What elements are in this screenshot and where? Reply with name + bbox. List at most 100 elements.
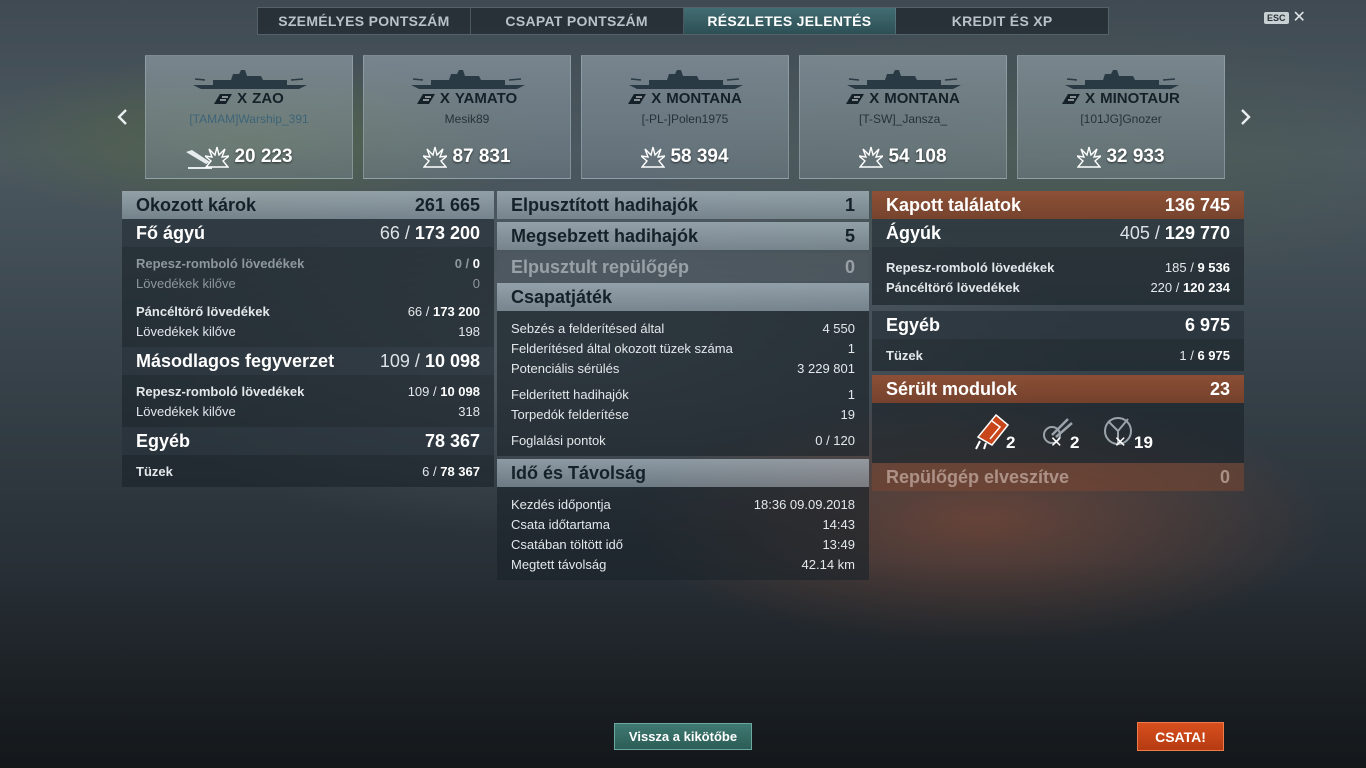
tab-personal-score[interactable]: SZEMÉLYES PONTSZÁM: [258, 8, 471, 34]
ship-silhouette-icon: [193, 70, 307, 89]
ship-card[interactable]: X ZAO [TAMAM]Warship_391 20 223: [145, 55, 353, 179]
destroyed-mark: ✕: [1050, 434, 1063, 451]
kills-panel: Elpusztított hadihajók 1 Megsebzett hadi…: [497, 191, 869, 580]
potential-damage-label: Potenciális sérülés: [511, 360, 620, 376]
score: 20 223: [146, 146, 352, 168]
score: 32 933: [1018, 146, 1224, 168]
ship-name: MINOTAUR: [1100, 90, 1180, 107]
capture-points-value: 0 / 120: [815, 432, 855, 448]
ship-title: X YAMATO: [364, 90, 570, 107]
received-guns-details: Repesz-romboló lövedékek 185 / 9 536 Pán…: [872, 247, 1244, 305]
capture-points-label: Foglalási pontok: [511, 432, 606, 448]
received-guns-label: Ágyúk: [886, 222, 942, 243]
teamplay-row: Sebzés a felderítésed által 4 550: [511, 318, 855, 338]
secondary-he-hits: 109: [407, 383, 430, 399]
planes-destroyed-header: Elpusztult repülőgép 0: [497, 253, 869, 281]
planes-destroyed-value: 0: [844, 256, 855, 277]
ship-card[interactable]: X MONTANA [T-SW]_Jansza_ 54 108: [799, 55, 1007, 179]
received-guns-header: Ágyúk 405 / 129 770: [872, 219, 1244, 247]
other-damage-details: Tüzek 6 / 78 367: [122, 455, 494, 487]
score: 54 108: [800, 146, 1006, 168]
time-row: Megtett távolság 42.14 km: [511, 554, 855, 574]
engine-damage-count: 2: [1006, 433, 1016, 452]
spotted-ships-value: 1: [847, 386, 855, 402]
secondary-he-label: Repesz-romboló lövedékek: [136, 383, 305, 399]
return-to-port-button[interactable]: Vissza a kikötőbe: [614, 723, 752, 750]
ship-tier: X: [237, 90, 248, 107]
received-other-header: Egyéb 6 975: [872, 311, 1244, 339]
damaged-modules-label: Sérült modulok: [886, 378, 1018, 399]
spotting-damage-label: Sebzés a felderítésed által: [511, 320, 665, 336]
main-ap-damage: 173 200: [433, 303, 480, 319]
main-ap-fired-value: 198: [458, 323, 480, 339]
planes-lost-value: 0: [1219, 466, 1230, 487]
received-fires-hits: 1: [1179, 347, 1187, 363]
damage-dealt-label: Okozott károk: [136, 194, 257, 215]
esc-close-button[interactable]: ESC ✕: [1264, 10, 1306, 26]
received-ap-hits: 220: [1150, 279, 1173, 295]
main-battery-label: Fő ágyú: [136, 222, 206, 243]
main-he-damage: 0: [472, 255, 480, 271]
damage-dealt-header: Okozott károk 261 665: [122, 191, 494, 219]
damage-received-panel: Kapott találatok 136 745 Ágyúk 405 / 129…: [872, 191, 1244, 491]
ship-silhouette-icon: [629, 70, 743, 89]
secondary-he-damage: 10 098: [440, 383, 480, 399]
other-damage-header: Egyéb 78 367: [122, 427, 494, 455]
main-ap-label: Páncéltörő lövedékek: [136, 303, 270, 319]
secondary-damage: 10 098: [424, 350, 480, 371]
ship-card[interactable]: X YAMATO Mesik89 87 831: [363, 55, 571, 179]
distance-label: Megtett távolság: [511, 556, 607, 572]
teamplay-row: Foglalási pontok 0 / 120: [511, 430, 855, 450]
teamplay-row: Felderített hadihajók 1: [511, 384, 855, 404]
damage-explosion-icon: [641, 146, 666, 168]
planes-destroyed-label: Elpusztult repülőgép: [511, 256, 689, 277]
main-ap-row: Páncéltörő lövedékek 66 / 173 200: [136, 303, 480, 319]
carousel-next-button[interactable]: [1238, 104, 1254, 130]
esc-key-label: ESC: [1264, 12, 1289, 24]
received-he-label: Repesz-romboló lövedékek: [886, 259, 1055, 275]
ship-score: 20 223: [234, 146, 293, 167]
ship-silhouette-icon: [1065, 70, 1179, 89]
battle-button[interactable]: CSATA!: [1137, 722, 1224, 751]
spotting-fires-label: Felderítésed által okozott tüzek száma: [511, 340, 733, 356]
tab-team-score[interactable]: CSAPAT PONTSZÁM: [471, 8, 684, 34]
ship-tier: X: [439, 90, 450, 107]
secondary-fired-label: Lövedékek kilőve: [136, 403, 236, 419]
damaged-ships-header: Megsebzett hadihajók 5: [497, 222, 869, 250]
main-he-hits: 0: [454, 255, 462, 271]
carousel-prev-button[interactable]: [114, 104, 130, 130]
tab-credits-xp[interactable]: KREDIT ÉS XP: [896, 8, 1108, 34]
ship-card[interactable]: X MINOTAUR [101JG]Gnozer 32 933: [1017, 55, 1225, 179]
ship-score: 54 108: [888, 146, 947, 167]
score: 87 831: [364, 146, 570, 168]
received-fires-label: Tüzek: [886, 347, 923, 363]
score: 58 394: [582, 146, 788, 168]
report-tabs: SZEMÉLYES PONTSZÁM CSAPAT PONTSZÁM RÉSZL…: [257, 7, 1109, 35]
player-name: [TAMAM]Warship_391: [189, 112, 309, 126]
teamplay-row: Torpedók felderítése 19: [511, 404, 855, 424]
teamplay-label: Csapatjáték: [511, 286, 613, 307]
main-battery-details: Repesz-romboló lövedékek 0 / 0 Lövedékek…: [122, 247, 494, 347]
time-row: Csata időtartama 14:43: [511, 514, 855, 534]
gun-damage-count: 2: [1070, 433, 1080, 452]
distance-value: 42.14 km: [801, 556, 855, 572]
ship-tier: X: [869, 90, 880, 107]
received-other-value: 6 975: [1184, 314, 1230, 335]
spotting-fires-value: 1: [847, 340, 855, 356]
torpedoes-spotted-label: Torpedók felderítése: [511, 406, 629, 422]
ship-score: 32 933: [1106, 146, 1165, 167]
main-ap-fired-row: Lövedékek kilőve 198: [136, 321, 480, 341]
potential-damage-value: 3 229 801: [797, 360, 855, 376]
tab-detailed-report[interactable]: RÉSZLETES JELENTÉS: [683, 8, 897, 34]
ship-card[interactable]: X MONTANA [-PL-]Polen1975 58 394: [581, 55, 789, 179]
ship-class-icon: [416, 93, 435, 104]
chevron-left-icon: [117, 109, 127, 125]
time-in-battle-label: Csatában töltött idő: [511, 536, 624, 552]
received-fires-row: Tüzek 1 / 6 975: [886, 347, 1230, 363]
received-fires-damage: 6 975: [1197, 347, 1230, 363]
ship-title: X MONTANA: [800, 90, 1006, 107]
ship-class-icon: [846, 93, 865, 104]
damaged-ships-value: 5: [844, 225, 855, 246]
ship-name: MONTANA: [666, 90, 742, 107]
ship-class-icon: [1062, 93, 1081, 104]
